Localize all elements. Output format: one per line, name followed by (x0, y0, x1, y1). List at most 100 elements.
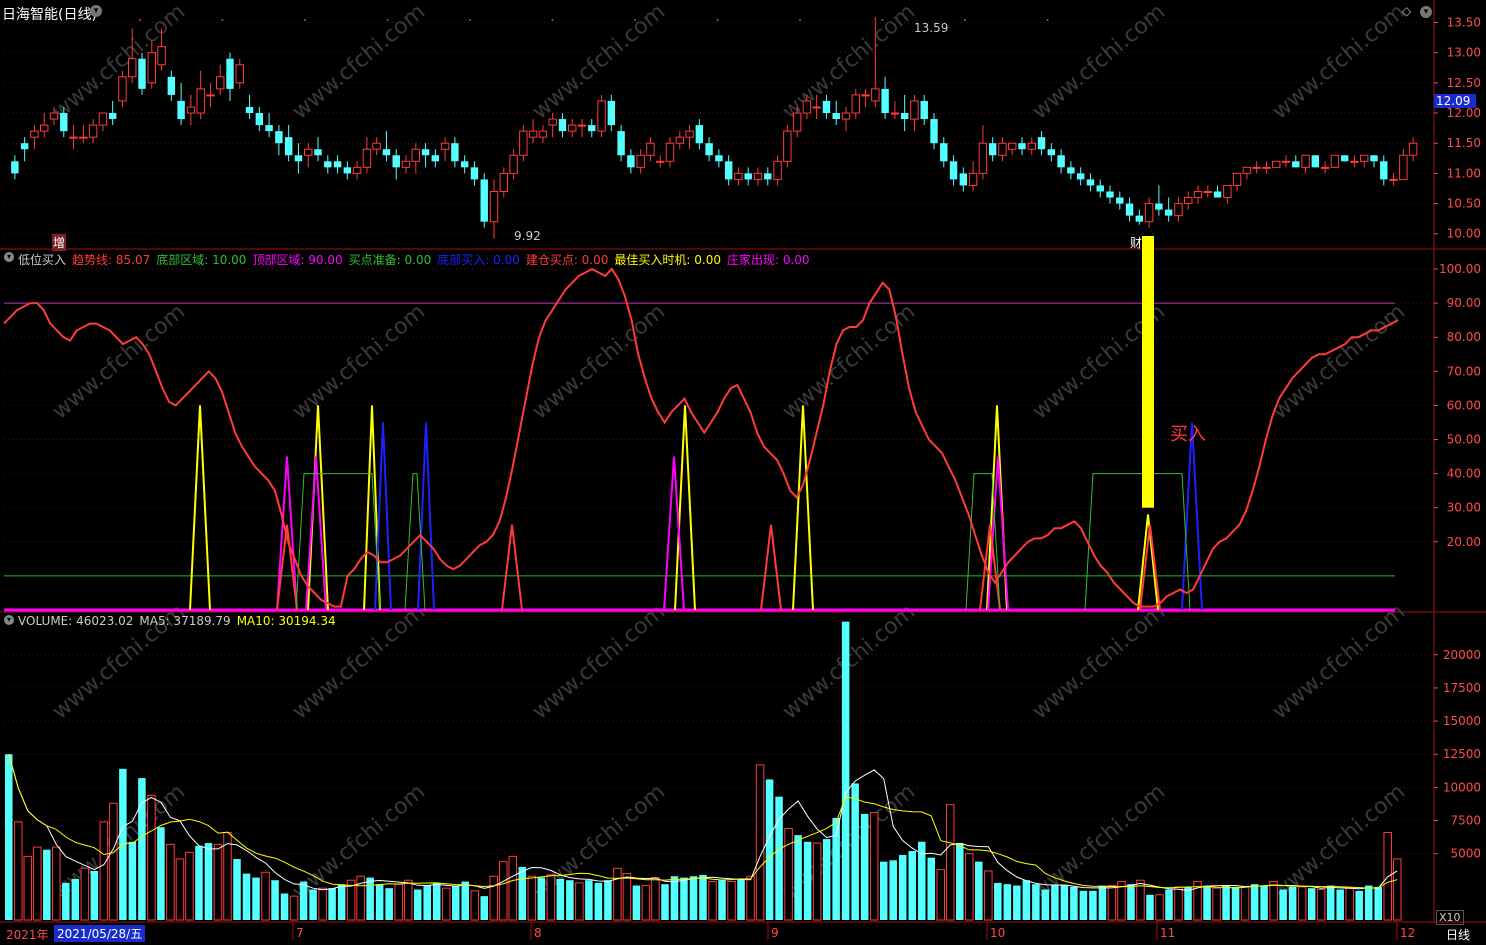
year-label: 2021年 (6, 928, 49, 942)
volume-bar (157, 827, 165, 920)
candle-body (20, 143, 29, 150)
candle-body (411, 148, 420, 162)
volume-bar (1316, 889, 1326, 921)
volume-bar (1307, 888, 1316, 920)
volume-bar (613, 867, 622, 921)
volume-bar (1022, 880, 1031, 920)
legend-item: MA5: 37189.79 (139, 614, 231, 628)
current-price-tag: 12.09 (1434, 94, 1476, 108)
volume-bar (366, 877, 374, 920)
chart-canvas[interactable]: www.cfchi.com www.cfchi.com www.cfchi.com w… (0, 0, 1486, 945)
candle-body (627, 155, 635, 168)
chevron-down-icon[interactable]: ▾ (1420, 6, 1432, 18)
candle-body (451, 143, 459, 162)
volume-bar (784, 828, 793, 921)
candle-body (196, 88, 205, 114)
chevron-down-icon[interactable]: ▾ (90, 5, 102, 17)
candle-body (108, 113, 117, 120)
candle-body (118, 76, 127, 102)
candle-body (509, 154, 518, 174)
candle-body (275, 131, 283, 144)
candle-body (832, 113, 840, 120)
volume-bar (727, 881, 736, 921)
volume-bar (1212, 887, 1221, 921)
candle-body (1223, 184, 1232, 199)
volume-bar (1089, 890, 1097, 920)
volume-bar (1326, 885, 1335, 920)
volume-bar (147, 794, 156, 921)
volume-bar (62, 882, 70, 920)
candle-body (568, 124, 577, 132)
month-label: 7 (296, 926, 304, 940)
y-tick-label: 17500 (1443, 681, 1481, 695)
y-tick-label: 12.00 (1447, 106, 1481, 120)
volume-legend: VOLUME: 46023.02 MA5: 37189.79 MA10: 30194… (18, 614, 342, 628)
event-dot (716, 19, 719, 21)
watermark-text: www.cfchi.com (288, 0, 430, 125)
volume-bar (1174, 886, 1183, 921)
watermark-text: www.cfchi.com (1028, 599, 1170, 724)
candle-body (392, 155, 400, 168)
candle-body (1096, 185, 1104, 192)
candle-body (216, 76, 225, 90)
candle-body (440, 142, 450, 150)
volume-bar (936, 869, 946, 921)
candle-body (548, 118, 557, 126)
candle-body (1164, 209, 1173, 216)
candle-body (1213, 191, 1222, 198)
volume-bar (252, 877, 260, 920)
candle-body (431, 155, 440, 162)
volume-bar (699, 874, 707, 920)
candle-body (372, 142, 381, 150)
volume-bar (1345, 887, 1354, 921)
diamond-icon[interactable]: ◇ (1402, 4, 1411, 18)
candle-body (30, 130, 39, 138)
y-tick-label: 80.00 (1447, 330, 1481, 344)
indicator-name: 低位买入 (18, 253, 67, 267)
candle-body (206, 94, 215, 97)
event-dot (139, 19, 141, 21)
volume-bar (1127, 884, 1135, 920)
volume-bar (1060, 885, 1069, 920)
candle-body (665, 142, 675, 162)
chevron-down-icon[interactable]: ▾ (4, 252, 14, 262)
volume-bar (242, 873, 251, 920)
period-selector[interactable]: 日线 (1446, 926, 1470, 943)
volume-bar (138, 778, 146, 920)
chevron-down-icon[interactable]: ▾ (4, 615, 14, 625)
y-tick-label: 20.00 (1447, 535, 1481, 549)
candle-body (304, 148, 313, 156)
volume-bar (1269, 881, 1278, 921)
event-dot (964, 19, 966, 21)
candle-body (773, 160, 782, 180)
candle-body (685, 130, 694, 138)
volume-bar (737, 878, 745, 920)
volume-bar (822, 839, 831, 920)
volume-bar (680, 877, 688, 920)
candle-body (1408, 142, 1418, 156)
candle-body (783, 130, 792, 162)
volume-bar (109, 802, 118, 921)
volume-bar (328, 888, 336, 920)
volume-bar (1165, 889, 1173, 920)
volume-bar (33, 846, 42, 921)
volume-bar (965, 853, 974, 921)
volume-bar (546, 874, 556, 921)
volume-bar (1184, 886, 1192, 920)
candle-body (538, 130, 548, 138)
candle-body (333, 161, 342, 168)
buy-signal-bar (1142, 236, 1154, 508)
volume-bar (71, 878, 80, 920)
volume-bar (90, 870, 99, 920)
candle-body (753, 172, 763, 180)
volume-bar (1079, 890, 1088, 920)
candle-body (744, 173, 752, 180)
legend-item: 庄家出现: 0.00 (726, 253, 810, 267)
candle-body (1232, 172, 1242, 186)
candle-body (421, 149, 430, 156)
volume-bar (575, 882, 584, 921)
candle-body (1389, 178, 1398, 181)
watermark-text: www.cfchi.com (1268, 599, 1410, 724)
month-label: 11 (1160, 926, 1176, 940)
candle-body (1281, 160, 1291, 163)
